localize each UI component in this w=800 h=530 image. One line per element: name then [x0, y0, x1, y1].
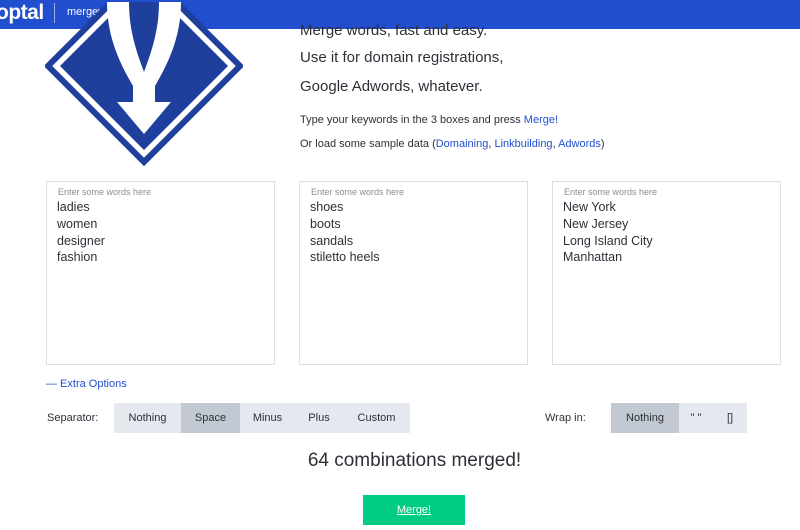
- keyword-box-placeholder: Enter some words here: [564, 187, 658, 197]
- keyword-list: ladies women designer fashion: [57, 199, 105, 266]
- sample-prefix: Or load some sample data (: [300, 138, 436, 150]
- keyword-item: ladies: [57, 200, 90, 214]
- brand-logo-text[interactable]: optal: [0, 2, 44, 24]
- separator-label: Separator:: [47, 412, 99, 424]
- keyword-item: designer: [57, 233, 105, 248]
- keyword-box-placeholder: Enter some words here: [58, 187, 152, 197]
- keyword-box-2[interactable]: Enter some words here shoes boots sandal…: [299, 181, 528, 365]
- sample-link-linkbuilding[interactable]: Linkbuilding: [494, 138, 552, 150]
- merge-link[interactable]: Merge!: [524, 114, 558, 126]
- keyword-item: women: [57, 216, 98, 231]
- keyword-item: Long Island City: [563, 233, 653, 248]
- sample-link-adwords[interactable]: Adwords: [558, 138, 601, 150]
- keyword-box-placeholder: Enter some words here: [311, 187, 405, 197]
- wrap-segmented-control: Nothing " " []: [611, 403, 747, 433]
- instruction-text: Type your keywords in the 3 boxes and pr…: [300, 113, 558, 127]
- combinations-count: 64 combinations merged!: [0, 449, 800, 473]
- instruction-prefix: Type your keywords in the 3 boxes and pr…: [300, 114, 524, 126]
- separator-segmented-control: Nothing Space Minus Plus Custom: [114, 403, 410, 433]
- keyword-list: New York New Jersey Long Island City Man…: [563, 199, 653, 266]
- separator-option-custom[interactable]: Custom: [343, 403, 410, 433]
- sample-data-text: Or load some sample data (Domaining, Lin…: [300, 137, 605, 151]
- merge-button[interactable]: Merge!: [363, 495, 465, 525]
- hero-headline-line-2: Google Adwords, whatever.: [300, 78, 483, 95]
- keyword-item: Manhattan: [563, 250, 623, 265]
- keyword-box-1[interactable]: Enter some words here ladies women desig…: [46, 181, 275, 365]
- combinations-count-text: 64 combinations merged!: [307, 450, 522, 471]
- keyword-item: fashion: [57, 250, 98, 265]
- separator-option-nothing[interactable]: Nothing: [114, 403, 181, 433]
- hero-headline-top: Merge words, fast and easy.: [300, 22, 488, 39]
- separator-option-space[interactable]: Space: [181, 403, 240, 433]
- merge-arrows-logo-icon: [45, 2, 243, 168]
- keyword-item: New Jersey: [563, 216, 629, 231]
- wrap-label: Wrap in:: [545, 412, 586, 424]
- wrap-option-quotes[interactable]: " ": [679, 403, 713, 433]
- keyword-list: shoes boots sandals stiletto heels: [310, 199, 379, 266]
- keyword-item: New York: [563, 200, 616, 214]
- keyword-item: shoes: [310, 200, 344, 214]
- keyword-box-3[interactable]: Enter some words here New York New Jerse…: [552, 181, 781, 365]
- wrap-option-brackets[interactable]: []: [713, 403, 747, 433]
- sample-link-domaining[interactable]: Domaining: [436, 138, 489, 150]
- hero-headline-line-1: Use it for domain registrations,: [300, 49, 504, 66]
- separator-option-plus[interactable]: Plus: [295, 403, 343, 433]
- keyword-item: stiletto heels: [310, 250, 380, 265]
- keyword-item: sandals: [310, 233, 354, 248]
- wrap-option-nothing[interactable]: Nothing: [611, 403, 679, 433]
- extra-options-toggle[interactable]: — Extra Options: [46, 377, 127, 391]
- keyword-item: boots: [310, 216, 341, 231]
- separator-option-minus[interactable]: Minus: [240, 403, 295, 433]
- sample-suffix: ): [600, 138, 605, 150]
